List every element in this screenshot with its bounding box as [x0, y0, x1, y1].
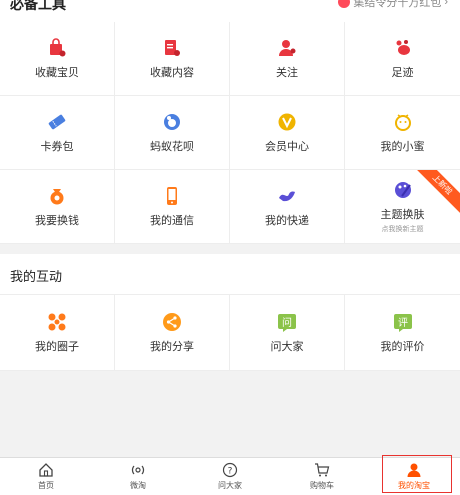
interaction-circle[interactable]: 我的圈子: [0, 295, 115, 371]
tool-huabei[interactable]: 蚂蚁花呗: [115, 96, 230, 170]
tool-coupons[interactable]: 卡券包: [0, 96, 115, 170]
footprint-icon: [393, 38, 413, 58]
tool-exchange-money[interactable]: 我要换钱: [0, 170, 115, 244]
tool-footprint[interactable]: 足迹: [345, 22, 460, 96]
tool-label: 关注: [276, 66, 298, 79]
tab-weitao[interactable]: 微淘: [92, 458, 184, 495]
tools-title: 必备工具: [10, 0, 66, 12]
tool-label: 足迹: [391, 66, 414, 79]
user-icon: [406, 462, 422, 478]
ask-icon: 问: [277, 312, 297, 332]
svg-text:?: ?: [228, 467, 233, 477]
tool-vip-center[interactable]: 会员中心: [230, 96, 345, 170]
home-icon: [38, 462, 54, 478]
interaction-label: 问大家: [270, 340, 304, 353]
question-icon: ?: [222, 462, 238, 478]
tool-label: 收藏宝贝: [35, 66, 79, 79]
tool-communication[interactable]: 我的通信: [115, 170, 230, 244]
tab-label: 问大家: [218, 481, 242, 490]
ask-glyph: 问: [282, 316, 292, 329]
interaction-share[interactable]: 我的分享: [115, 295, 230, 371]
tool-delivery[interactable]: 我的快递: [230, 170, 345, 244]
doc-star-icon: [162, 38, 182, 58]
cart-icon: [314, 462, 330, 478]
tool-label: 收藏内容: [150, 66, 194, 79]
interaction-ask[interactable]: 问 问大家: [230, 295, 345, 371]
review-icon: 评: [393, 312, 413, 332]
interaction-header: 我的互动: [0, 254, 460, 295]
tool-assistant[interactable]: 我的小蜜: [345, 96, 460, 170]
tool-label: 我要换钱: [35, 214, 79, 227]
phone-icon: [162, 186, 182, 206]
interaction-label: 我的圈子: [35, 340, 79, 353]
interaction-title: 我的互动: [10, 269, 63, 284]
interaction-review[interactable]: 评 我的评价: [345, 295, 460, 371]
interaction-label: 我的分享: [150, 340, 194, 353]
tool-label: 我的通信: [150, 214, 194, 227]
huabei-icon: [162, 112, 182, 132]
assistant-icon: [393, 112, 413, 132]
tool-theme[interactable]: 上新啦 主题换肤 点我换新主题: [345, 170, 460, 244]
tab-ask[interactable]: ? 问大家: [184, 458, 276, 495]
tab-cart[interactable]: 购物车: [276, 458, 368, 495]
tool-label: 我的快递: [265, 214, 309, 227]
tool-sublabel: 点我换新主题: [381, 225, 424, 233]
tools-grid: 收藏宝贝 收藏内容 关注 足迹 卡券包 蚂蚁花呗 会员中心 我的小蜜 我要换钱 …: [0, 22, 460, 244]
bird-delivery-icon: [277, 186, 297, 206]
tool-favorite-content[interactable]: 收藏内容: [115, 22, 230, 96]
tab-my-taobao[interactable]: 我的淘宝: [368, 455, 460, 495]
tool-label: 卡券包: [40, 140, 74, 153]
tool-favorite-items[interactable]: 收藏宝贝: [0, 22, 115, 96]
promo-icon: [338, 0, 351, 8]
palette-icon: [393, 180, 413, 200]
vip-icon: [277, 112, 297, 132]
interaction-label: 我的评价: [380, 340, 425, 353]
tab-label: 我的淘宝: [398, 481, 430, 490]
tab-label: 首页: [38, 481, 54, 490]
section-gap: [0, 244, 460, 254]
money-bag-icon: [47, 186, 67, 206]
tab-home[interactable]: 首页: [0, 458, 92, 495]
tool-label: 主题换肤: [380, 208, 425, 221]
share-icon: [162, 312, 182, 332]
tab-label: 购物车: [310, 481, 334, 490]
bag-star-icon: [47, 37, 67, 58]
chevron-right-icon: ›: [444, 0, 448, 8]
bottom-tabbar: 首页 微淘 ? 问大家 购物车 我的淘宝: [0, 455, 460, 495]
tools-header: 必备工具 集结令分千万红包 ›: [0, 0, 460, 22]
promo-text: 集结令分千万红包: [353, 0, 442, 9]
person-follow-icon: [277, 38, 297, 58]
tool-label: 蚂蚁花呗: [150, 140, 194, 153]
interaction-grid: 我的圈子 我的分享 问 问大家 评 我的评价: [0, 295, 460, 371]
tab-label: 微淘: [130, 481, 146, 490]
circle-group-icon: [47, 312, 67, 332]
review-glyph: 评: [398, 317, 408, 329]
ticket-icon: [47, 112, 67, 132]
tool-follow[interactable]: 关注: [230, 22, 345, 96]
tool-label: 会员中心: [265, 140, 309, 153]
promo-link[interactable]: 集结令分千万红包 ›: [338, 0, 448, 10]
tool-label: 我的小蜜: [380, 140, 425, 153]
broadcast-icon: [130, 462, 146, 478]
